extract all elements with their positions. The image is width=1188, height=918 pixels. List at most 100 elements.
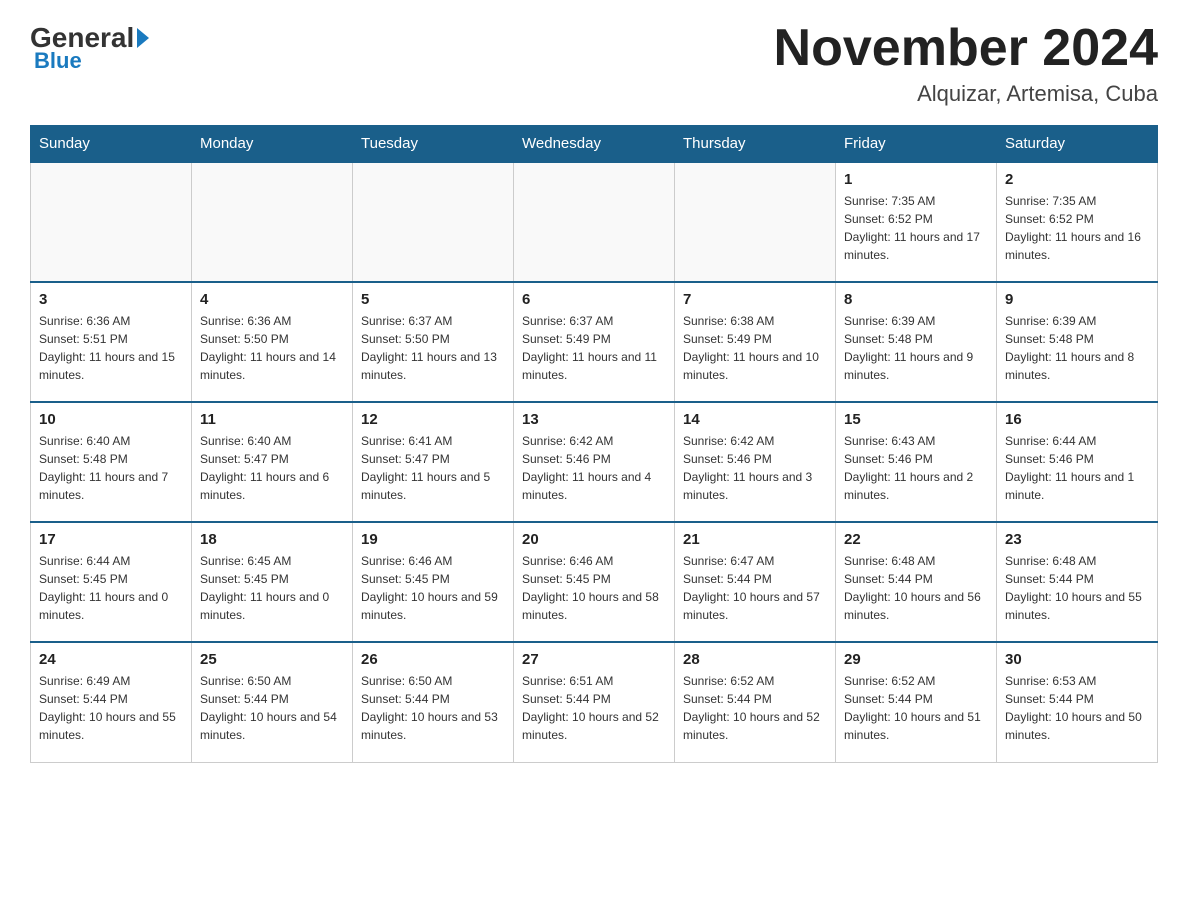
calendar-cell <box>31 162 192 282</box>
day-info: Sunrise: 6:43 AMSunset: 5:46 PMDaylight:… <box>844 432 988 504</box>
header-tuesday: Tuesday <box>353 126 514 163</box>
day-number: 29 <box>844 651 988 668</box>
day-info: Sunrise: 6:47 AMSunset: 5:44 PMDaylight:… <box>683 552 827 624</box>
calendar-week-row: 24 Sunrise: 6:49 AMSunset: 5:44 PMDayligh… <box>31 642 1158 762</box>
day-number: 24 <box>39 651 183 668</box>
day-info: Sunrise: 6:40 AMSunset: 5:47 PMDaylight:… <box>200 432 344 504</box>
header-monday: Monday <box>192 126 353 163</box>
day-number: 12 <box>361 411 505 428</box>
day-info: Sunrise: 6:46 AMSunset: 5:45 PMDaylight:… <box>522 552 666 624</box>
header-sunday: Sunday <box>31 126 192 163</box>
calendar-cell: 17 Sunrise: 6:44 AMSunset: 5:45 PMDayligh… <box>31 522 192 642</box>
calendar-cell: 16Sunrise: 6:44 AMSunset: 5:46 PMDayligh… <box>997 402 1158 522</box>
calendar-table: Sunday Monday Tuesday Wednesday Thursday… <box>30 125 1158 763</box>
day-number: 27 <box>522 651 666 668</box>
day-info: Sunrise: 6:44 AMSunset: 5:46 PMDaylight:… <box>1005 432 1149 504</box>
day-info: Sunrise: 6:50 AMSunset: 5:44 PMDaylight:… <box>361 672 505 744</box>
calendar-cell: 12 Sunrise: 6:41 AMSunset: 5:47 PMDayligh… <box>353 402 514 522</box>
day-info: Sunrise: 6:53 AMSunset: 5:44 PMDaylight:… <box>1005 672 1149 744</box>
day-info: Sunrise: 7:35 AMSunset: 6:52 PMDaylight:… <box>844 192 988 264</box>
day-number: 15 <box>844 411 988 428</box>
calendar-cell: 2 Sunrise: 7:35 AMSunset: 6:52 PMDaylight… <box>997 162 1158 282</box>
calendar-subtitle: Alquizar, Artemisa, Cuba <box>774 81 1158 107</box>
day-info: Sunrise: 6:36 AMSunset: 5:50 PMDaylight:… <box>200 312 344 384</box>
day-info: Sunrise: 6:49 AMSunset: 5:44 PMDaylight:… <box>39 672 183 744</box>
calendar-cell: 15 Sunrise: 6:43 AMSunset: 5:46 PMDayligh… <box>836 402 997 522</box>
day-info: Sunrise: 6:36 AMSunset: 5:51 PMDaylight:… <box>39 312 183 384</box>
calendar-cell: 3 Sunrise: 6:36 AMSunset: 5:51 PMDaylight… <box>31 282 192 402</box>
calendar-cell <box>192 162 353 282</box>
day-number: 23 <box>1005 531 1149 548</box>
calendar-cell <box>514 162 675 282</box>
day-info: Sunrise: 6:38 AMSunset: 5:49 PMDaylight:… <box>683 312 827 384</box>
day-number: 17 <box>39 531 183 548</box>
header-row: Sunday Monday Tuesday Wednesday Thursday… <box>31 126 1158 163</box>
day-number: 18 <box>200 531 344 548</box>
day-number: 28 <box>683 651 827 668</box>
calendar-cell: 28 Sunrise: 6:52 AMSunset: 5:44 PMDayligh… <box>675 642 836 762</box>
calendar-cell: 18 Sunrise: 6:45 AMSunset: 5:45 PMDayligh… <box>192 522 353 642</box>
calendar-cell: 5 Sunrise: 6:37 AMSunset: 5:50 PMDaylight… <box>353 282 514 402</box>
day-number: 2 <box>1005 171 1149 188</box>
day-info: Sunrise: 6:48 AMSunset: 5:44 PMDaylight:… <box>844 552 988 624</box>
calendar-cell <box>353 162 514 282</box>
day-info: Sunrise: 6:51 AMSunset: 5:44 PMDaylight:… <box>522 672 666 744</box>
day-info: Sunrise: 7:35 AMSunset: 6:52 PMDaylight:… <box>1005 192 1149 264</box>
day-number: 6 <box>522 291 666 308</box>
calendar-cell: 1 Sunrise: 7:35 AMSunset: 6:52 PMDaylight… <box>836 162 997 282</box>
header-wednesday: Wednesday <box>514 126 675 163</box>
day-info: Sunrise: 6:52 AMSunset: 5:44 PMDaylight:… <box>683 672 827 744</box>
day-info: Sunrise: 6:42 AMSunset: 5:46 PMDaylight:… <box>683 432 827 504</box>
day-number: 7 <box>683 291 827 308</box>
calendar-title: November 2024 <box>774 20 1158 77</box>
day-number: 14 <box>683 411 827 428</box>
calendar-cell: 22 Sunrise: 6:48 AMSunset: 5:44 PMDayligh… <box>836 522 997 642</box>
day-info: Sunrise: 6:44 AMSunset: 5:45 PMDaylight:… <box>39 552 183 624</box>
calendar-week-row: 1 Sunrise: 7:35 AMSunset: 6:52 PMDaylight… <box>31 162 1158 282</box>
day-info: Sunrise: 6:37 AMSunset: 5:50 PMDaylight:… <box>361 312 505 384</box>
day-number: 20 <box>522 531 666 548</box>
calendar-cell: 26Sunrise: 6:50 AMSunset: 5:44 PMDayligh… <box>353 642 514 762</box>
calendar-cell: 9 Sunrise: 6:39 AMSunset: 5:48 PMDaylight… <box>997 282 1158 402</box>
logo-blue-text: Blue <box>30 48 82 74</box>
day-info: Sunrise: 6:39 AMSunset: 5:48 PMDaylight:… <box>844 312 988 384</box>
day-number: 11 <box>200 411 344 428</box>
day-info: Sunrise: 6:37 AMSunset: 5:49 PMDaylight:… <box>522 312 666 384</box>
day-number: 5 <box>361 291 505 308</box>
header-friday: Friday <box>836 126 997 163</box>
day-number: 9 <box>1005 291 1149 308</box>
calendar-cell: 24 Sunrise: 6:49 AMSunset: 5:44 PMDayligh… <box>31 642 192 762</box>
page-header: General Blue November 2024 Alquizar, Art… <box>30 20 1158 107</box>
day-info: Sunrise: 6:39 AMSunset: 5:48 PMDaylight:… <box>1005 312 1149 384</box>
calendar-cell: 14 Sunrise: 6:42 AMSunset: 5:46 PMDayligh… <box>675 402 836 522</box>
calendar-week-row: 3 Sunrise: 6:36 AMSunset: 5:51 PMDaylight… <box>31 282 1158 402</box>
calendar-cell: 8Sunrise: 6:39 AMSunset: 5:48 PMDaylight… <box>836 282 997 402</box>
day-number: 19 <box>361 531 505 548</box>
calendar-cell: 25Sunrise: 6:50 AMSunset: 5:44 PMDayligh… <box>192 642 353 762</box>
calendar-cell: 7 Sunrise: 6:38 AMSunset: 5:49 PMDaylight… <box>675 282 836 402</box>
day-number: 3 <box>39 291 183 308</box>
day-number: 10 <box>39 411 183 428</box>
calendar-cell: 10Sunrise: 6:40 AMSunset: 5:48 PMDayligh… <box>31 402 192 522</box>
day-number: 21 <box>683 531 827 548</box>
day-number: 4 <box>200 291 344 308</box>
title-block: November 2024 Alquizar, Artemisa, Cuba <box>774 20 1158 107</box>
day-number: 1 <box>844 171 988 188</box>
day-info: Sunrise: 6:50 AMSunset: 5:44 PMDaylight:… <box>200 672 344 744</box>
logo-arrow-icon <box>137 28 149 48</box>
calendar-cell: 6 Sunrise: 6:37 AMSunset: 5:49 PMDaylight… <box>514 282 675 402</box>
day-info: Sunrise: 6:42 AMSunset: 5:46 PMDaylight:… <box>522 432 666 504</box>
day-number: 30 <box>1005 651 1149 668</box>
calendar-cell: 11 Sunrise: 6:40 AMSunset: 5:47 PMDayligh… <box>192 402 353 522</box>
calendar-cell: 20 Sunrise: 6:46 AMSunset: 5:45 PMDayligh… <box>514 522 675 642</box>
calendar-header: Sunday Monday Tuesday Wednesday Thursday… <box>31 126 1158 163</box>
calendar-cell: 19Sunrise: 6:46 AMSunset: 5:45 PMDayligh… <box>353 522 514 642</box>
day-info: Sunrise: 6:41 AMSunset: 5:47 PMDaylight:… <box>361 432 505 504</box>
calendar-week-row: 10Sunrise: 6:40 AMSunset: 5:48 PMDayligh… <box>31 402 1158 522</box>
calendar-week-row: 17 Sunrise: 6:44 AMSunset: 5:45 PMDayligh… <box>31 522 1158 642</box>
calendar-body: 1 Sunrise: 7:35 AMSunset: 6:52 PMDaylight… <box>31 162 1158 762</box>
day-info: Sunrise: 6:45 AMSunset: 5:45 PMDaylight:… <box>200 552 344 624</box>
day-info: Sunrise: 6:52 AMSunset: 5:44 PMDaylight:… <box>844 672 988 744</box>
header-saturday: Saturday <box>997 126 1158 163</box>
day-number: 22 <box>844 531 988 548</box>
